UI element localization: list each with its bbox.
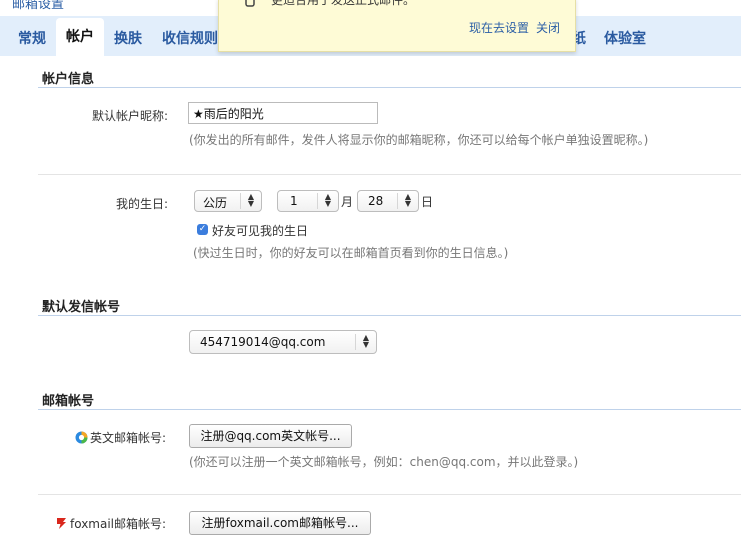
tab-general[interactable]: 常规: [18, 28, 46, 48]
friends-see-birthday-checkbox[interactable]: ✓: [197, 224, 208, 235]
row-divider: [38, 174, 741, 175]
calendar-type-value: 公历: [203, 196, 228, 210]
nickname-input[interactable]: [188, 102, 378, 124]
section-divider: [38, 87, 741, 88]
section-divider: [38, 409, 741, 410]
mailbox-accounts-title: 邮箱帐号: [42, 394, 95, 409]
account-settings-panel: 帐户信息 默认帐户昵称: (你发出的所有邮件，发件人将显示你的邮箱昵称，你还可以…: [4, 56, 741, 535]
popup-close-link[interactable]: 关闭: [536, 19, 560, 36]
select-arrows-icon: ▲ ▼: [240, 193, 261, 209]
birthday-label: 我的生日:: [115, 197, 168, 211]
birthday-hint: (快过生日时，你的好友可以在邮箱首页看到你的生日信息。): [193, 246, 509, 260]
calendar-type-select[interactable]: 公历 ▲ ▼: [194, 190, 262, 212]
row-divider: [38, 494, 741, 495]
friends-see-birthday-label: 好友可见我的生日: [212, 224, 309, 238]
birth-day-value: 28: [368, 194, 384, 208]
nickname-hint: (你发出的所有邮件，发件人将显示你的邮箱昵称，你还可以给每个帐户单独设置昵称。): [189, 133, 649, 147]
default-sender-select[interactable]: 454719014@qq.com ▲ ▼: [189, 330, 377, 354]
nickname-label: 默认帐户昵称:: [91, 109, 168, 123]
birth-month-select[interactable]: 1 ▲ ▼: [277, 190, 339, 212]
popup-message: 更适合用于发送正式邮件。: [271, 0, 416, 7]
select-arrows-icon: ▲ ▼: [397, 193, 418, 209]
month-unit: 月: [341, 195, 354, 209]
select-arrows-icon: ▲ ▼: [355, 334, 376, 350]
birth-month-value: 1: [290, 194, 298, 208]
sender-icon: [245, 0, 255, 7]
tab-account[interactable]: 帐户: [56, 18, 104, 56]
section-divider: [38, 315, 741, 316]
tab-mail-rules[interactable]: 收信规则: [162, 28, 218, 48]
tab-skin[interactable]: 换肤: [114, 28, 142, 48]
account-info-title: 帐户信息: [42, 72, 95, 87]
settings-title: 邮箱设置: [12, 0, 65, 12]
register-english-account-button[interactable]: 注册@qq.com英文帐号...: [189, 424, 352, 448]
setup-now-link[interactable]: 现在去设置: [469, 19, 529, 36]
english-account-hint: (你还可以注册一个英文邮箱帐号，例如：chen@qq.com，并以此登录。): [189, 455, 579, 469]
birth-day-select[interactable]: 28 ▲ ▼: [357, 190, 419, 212]
english-account-label: 英文邮箱帐号:: [90, 431, 167, 445]
tab-lab[interactable]: 体验室: [604, 28, 646, 48]
register-foxmail-account-button[interactable]: 注册foxmail.com邮箱帐号...: [189, 511, 371, 535]
foxmail-icon: [57, 518, 66, 529]
qq-mail-icon: [75, 431, 88, 444]
foxmail-account-label: foxmail邮箱帐号:: [70, 517, 167, 531]
select-arrows-icon: ▲ ▼: [317, 193, 338, 209]
notice-popup: 更适合用于发送正式邮件。 现在去设置 关闭: [218, 0, 576, 52]
default-sender-value: 454719014@qq.com: [200, 335, 326, 349]
default-sender-title: 默认发信帐号: [42, 300, 121, 315]
day-unit: 日: [421, 195, 434, 209]
